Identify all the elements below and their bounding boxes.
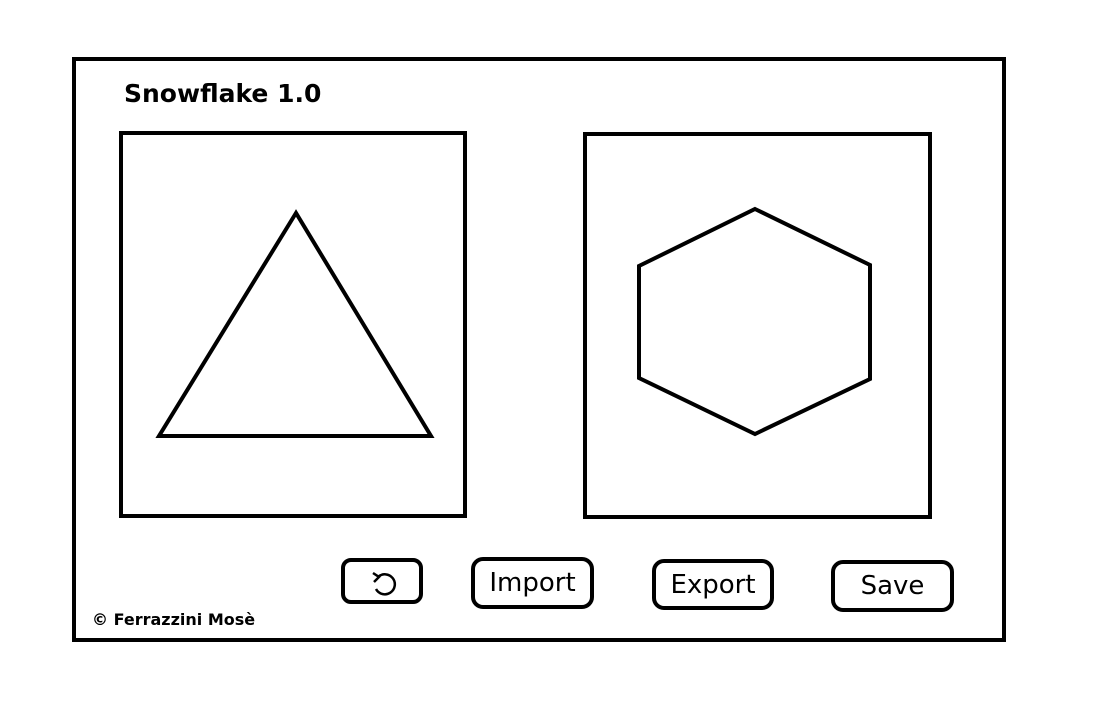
save-button[interactable]: Save [831,560,954,612]
export-button[interactable]: Export [652,559,774,610]
reset-button[interactable] [341,558,423,604]
input-shape-canvas[interactable] [119,131,467,518]
output-shape-canvas[interactable] [583,132,932,519]
import-button[interactable]: Import [471,557,594,609]
app-window: Snowflake 1.0 Import Export Save © Ferra… [72,57,1006,642]
hexagon-shape [637,206,872,437]
triangle-shape [155,209,435,438]
rotate-ccw-icon [372,571,397,596]
app-title: Snowflake 1.0 [124,79,322,108]
copyright-text: © Ferrazzini Mosè [92,610,256,629]
